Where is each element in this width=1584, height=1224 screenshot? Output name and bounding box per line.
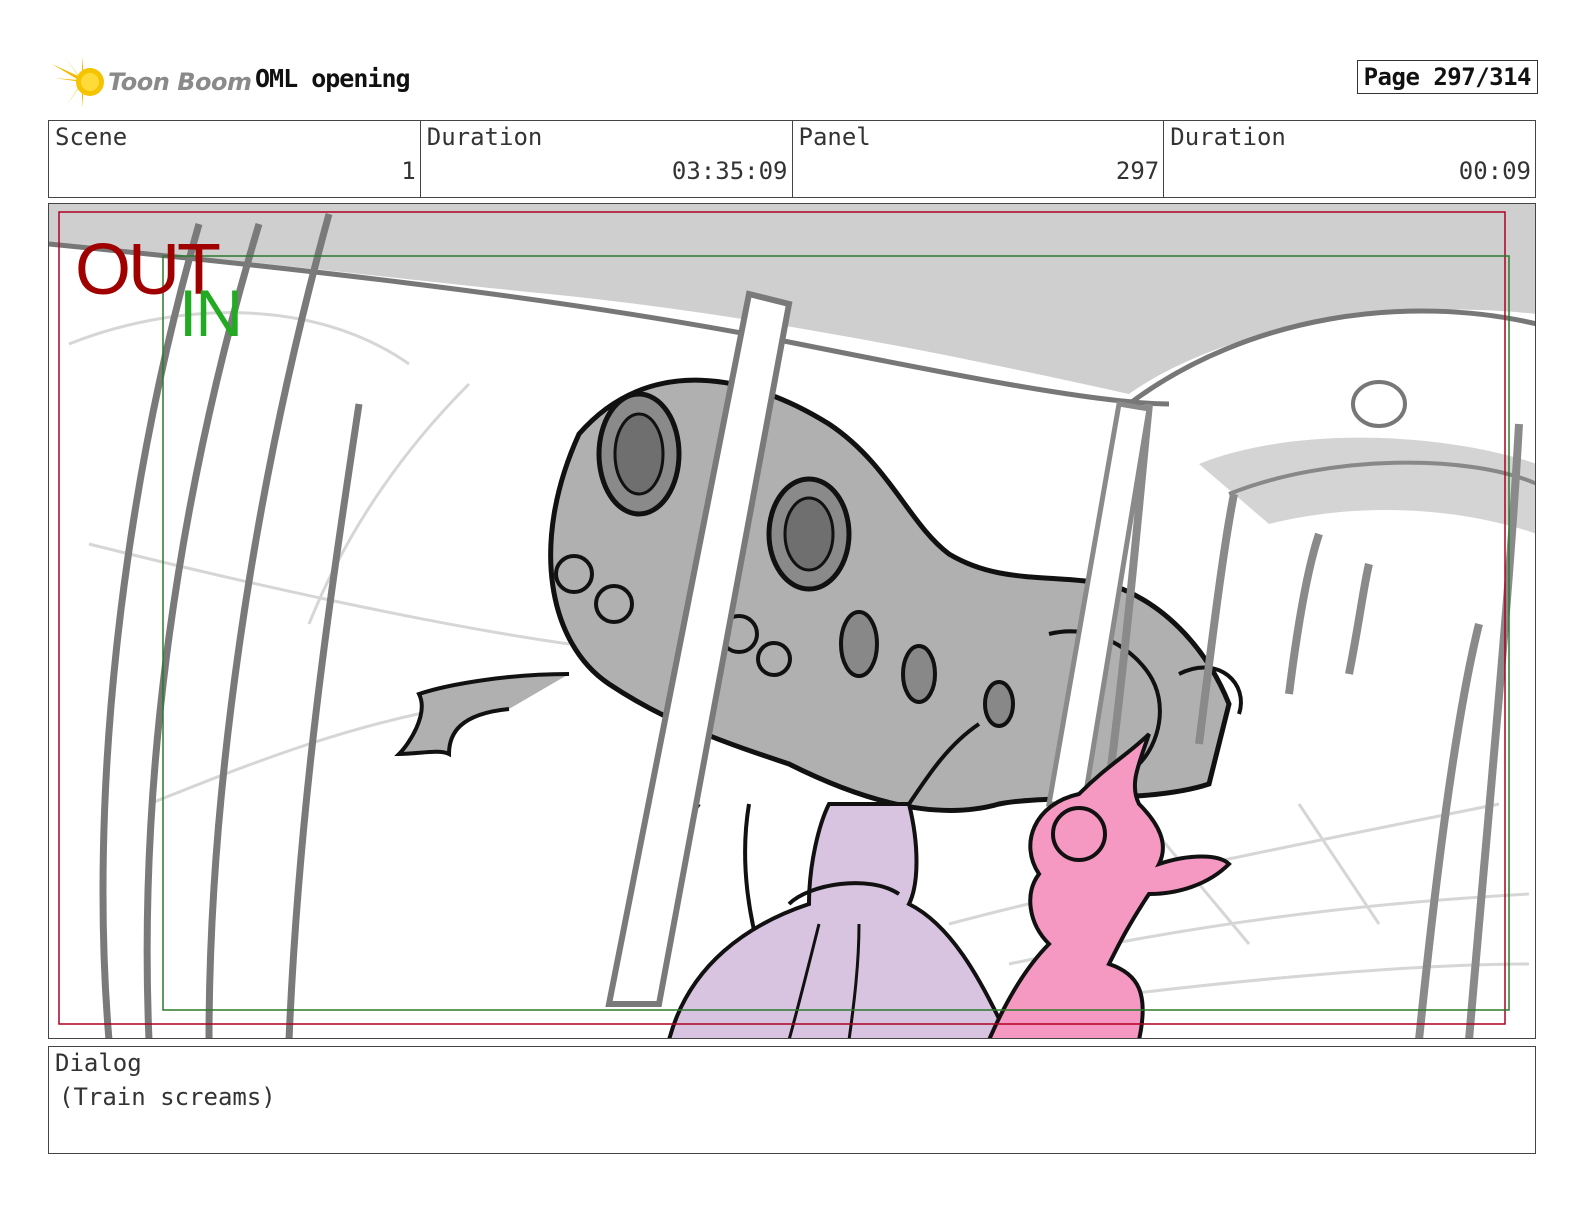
scene-duration-value: 03:35:09 [671, 157, 788, 185]
scene-label: Scene [55, 123, 128, 151]
panel-info-row: Scene 1 Duration 03:35:09 Panel 297 Dura… [48, 120, 1536, 198]
dialog-label: Dialog [55, 1049, 142, 1077]
scene-duration-label: Duration [426, 123, 543, 151]
in-frame-label: IN [179, 276, 243, 350]
scene-duration-cell: Duration 03:35:09 [421, 121, 793, 197]
panel-duration-cell: Duration 00:09 [1164, 121, 1535, 197]
storyboard-sketch [49, 204, 1535, 1038]
storyboard-header: Toon Boom OML opening Page 297/314 [48, 54, 1538, 108]
dialog-box: Dialog (Train screams) [48, 1046, 1536, 1154]
starburst-icon [52, 56, 104, 108]
scene-cell: Scene 1 [49, 121, 421, 197]
toon-boom-logo: Toon Boom [52, 56, 252, 108]
panel-duration-value: 00:09 [1458, 157, 1531, 185]
project-title: OML opening [255, 64, 411, 93]
panel-cell: Panel 297 [793, 121, 1165, 197]
panel-label: Panel [798, 123, 871, 151]
scene-value: 1 [401, 157, 416, 185]
dialog-text: (Train screams) [59, 1083, 276, 1111]
panel-image: OUT IN [48, 203, 1536, 1039]
brand-name: Toon Boom [108, 68, 252, 96]
panel-duration-label: Duration [1170, 123, 1286, 151]
panel-value: 297 [1115, 157, 1160, 185]
page-indicator: Page 297/314 [1356, 60, 1538, 94]
